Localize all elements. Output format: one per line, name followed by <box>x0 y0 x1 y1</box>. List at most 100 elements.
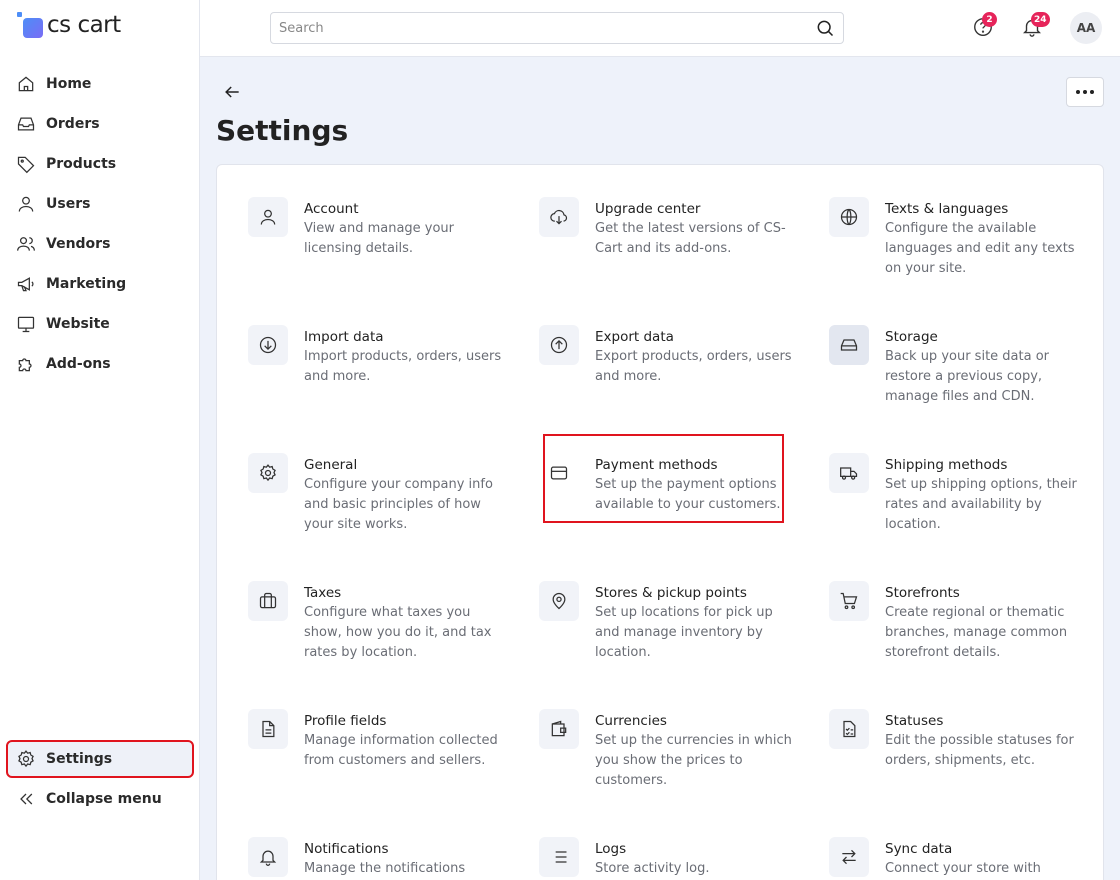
search-input[interactable] <box>279 20 815 36</box>
settings-item-desc: Set up the currencies in which you show … <box>595 733 792 788</box>
map-pin-icon <box>552 592 566 610</box>
back-button[interactable] <box>222 82 242 102</box>
sidebar-item-website[interactable]: Website <box>8 307 192 341</box>
briefcase-icon <box>259 592 277 609</box>
sidebar-item-label: Vendors <box>46 236 111 252</box>
hard-drive-icon <box>840 339 858 351</box>
settings-item-title: Statuses <box>885 713 944 729</box>
settings-item-stores-pickup-points[interactable]: Stores & pickup points Set up locations f… <box>539 581 799 663</box>
settings-item-account[interactable]: Account View and manage your licensing de… <box>248 197 508 259</box>
sidebar: cs cart Home Orders Products Users Vendo… <box>0 0 200 880</box>
settings-item-desc: Configure what taxes you show, how you d… <box>304 605 492 660</box>
help-button[interactable]: 2 <box>972 12 997 40</box>
sidebar-item-label: Settings <box>46 751 113 767</box>
help-badge: 2 <box>982 12 997 27</box>
more-options-button[interactable] <box>1066 77 1104 107</box>
settings-item-desc: Set up shipping options, their rates and… <box>885 477 1077 532</box>
sidebar-item-label: Home <box>46 76 92 92</box>
user-icon <box>260 209 276 225</box>
sidebar-item-label: Products <box>46 156 117 172</box>
settings-item-statuses[interactable]: Statuses Edit the possible statuses for o… <box>829 709 1089 771</box>
sidebar-item-orders[interactable]: Orders <box>8 107 192 141</box>
gear-icon <box>18 750 34 768</box>
user-icon <box>18 196 34 212</box>
notifications-badge: 24 <box>1031 12 1050 27</box>
settings-item-upgrade-center[interactable]: Upgrade center Get the latest versions of… <box>539 197 799 259</box>
cart-icon <box>840 592 858 610</box>
settings-item-logs[interactable]: Logs Store activity log. <box>539 837 799 879</box>
collapse-menu-button[interactable]: Collapse menu <box>8 782 192 816</box>
settings-item-title: Storefronts <box>885 585 960 601</box>
logo[interactable]: cs cart <box>17 12 121 38</box>
settings-item-title: Stores & pickup points <box>595 585 747 601</box>
sidebar-item-label: Website <box>46 316 110 332</box>
settings-item-desc: Import products, orders, users and more. <box>304 349 502 384</box>
arrow-down-circle-icon <box>259 336 277 354</box>
settings-item-export-data[interactable]: Export data Export products, orders, user… <box>539 325 799 387</box>
settings-item-taxes[interactable]: Taxes Configure what taxes you show, how … <box>248 581 508 663</box>
settings-item-title: Shipping methods <box>885 457 1008 473</box>
settings-item-general[interactable]: General Configure your company info and b… <box>248 453 508 535</box>
users-icon <box>17 237 35 251</box>
sidebar-item-label: Add-ons <box>46 356 111 372</box>
sidebar-item-label: Orders <box>46 116 100 132</box>
settings-item-texts-languages[interactable]: Texts & languages Configure the available… <box>829 197 1089 279</box>
collapse-menu-label: Collapse menu <box>46 791 162 807</box>
settings-item-import-data[interactable]: Import data Import products, orders, user… <box>248 325 508 387</box>
arrow-up-circle-icon <box>550 336 568 354</box>
puzzle-icon <box>18 358 32 372</box>
settings-item-desc: Store activity log. <box>595 861 710 876</box>
sidebar-item-users[interactable]: Users <box>8 187 192 221</box>
settings-item-desc: Create regional or thematic branches, ma… <box>885 605 1068 660</box>
top-bar: 2 24 AA <box>200 0 1120 57</box>
globe-icon <box>840 208 858 226</box>
settings-item-currencies[interactable]: Currencies Set up the currencies in which… <box>539 709 799 791</box>
search-icon[interactable] <box>815 18 835 38</box>
settings-item-storage[interactable]: Storage Back up your site data or restore… <box>829 325 1089 407</box>
truck-icon <box>840 467 858 480</box>
home-icon <box>18 76 34 92</box>
sidebar-item-label: Users <box>46 196 91 212</box>
settings-item-desc: Get the latest versions of CS-Cart and i… <box>595 221 786 256</box>
settings-item-desc: Manage information collected from custom… <box>304 733 498 768</box>
settings-item-desc: Configure the available languages and ed… <box>885 221 1075 276</box>
checklist-icon <box>843 720 856 738</box>
sidebar-item-products[interactable]: Products <box>8 147 192 181</box>
sidebar-item-marketing[interactable]: Marketing <box>8 267 192 301</box>
file-text-icon <box>262 720 275 738</box>
settings-item-desc: Configure your company info and basic pr… <box>304 477 493 532</box>
cloud-download-icon <box>550 209 568 225</box>
megaphone-icon <box>17 277 34 292</box>
monitor-icon <box>17 316 35 333</box>
sidebar-item-vendors[interactable]: Vendors <box>8 227 192 261</box>
sidebar-item-add-ons[interactable]: Add-ons <box>8 347 192 381</box>
settings-item-title: Profile fields <box>304 713 387 729</box>
settings-item-storefronts[interactable]: Storefronts Create regional or thematic b… <box>829 581 1089 663</box>
notifications-button[interactable]: 24 <box>1021 12 1050 40</box>
settings-item-desc: Set up locations for pick up and manage … <box>595 605 773 660</box>
sidebar-item-label: Marketing <box>46 276 127 292</box>
settings-item-title: Account <box>304 201 359 217</box>
settings-item-profile-fields[interactable]: Profile fields Manage information collect… <box>248 709 508 771</box>
bell-icon <box>259 850 277 866</box>
settings-item-title: Storage <box>885 329 938 345</box>
settings-item-title: Notifications <box>304 841 389 857</box>
settings-item-title: Currencies <box>595 713 667 729</box>
settings-item-title: General <box>304 457 358 473</box>
chevrons-left-icon <box>20 793 33 805</box>
settings-item-notifications[interactable]: Notifications Manage the notifications <box>248 837 508 879</box>
logo-text: cs cart <box>47 12 121 38</box>
payment-methods-highlight <box>543 434 784 523</box>
settings-item-title: Taxes <box>304 585 342 601</box>
sidebar-item-settings[interactable]: Settings <box>6 740 194 778</box>
inbox-icon <box>17 117 35 131</box>
arrows-swap-icon <box>842 849 856 865</box>
settings-item-title: Upgrade center <box>595 201 701 217</box>
settings-item-sync-data[interactable]: Sync data Connect your store with <box>829 837 1089 879</box>
sidebar-item-home[interactable]: Home <box>8 67 192 101</box>
avatar[interactable]: AA <box>1070 12 1102 44</box>
settings-item-desc: Edit the possible statuses for orders, s… <box>885 733 1074 768</box>
settings-item-shipping-methods[interactable]: Shipping methods Set up shipping options,… <box>829 453 1089 535</box>
settings-item-title: Sync data <box>885 841 953 857</box>
tag-icon <box>17 156 35 174</box>
